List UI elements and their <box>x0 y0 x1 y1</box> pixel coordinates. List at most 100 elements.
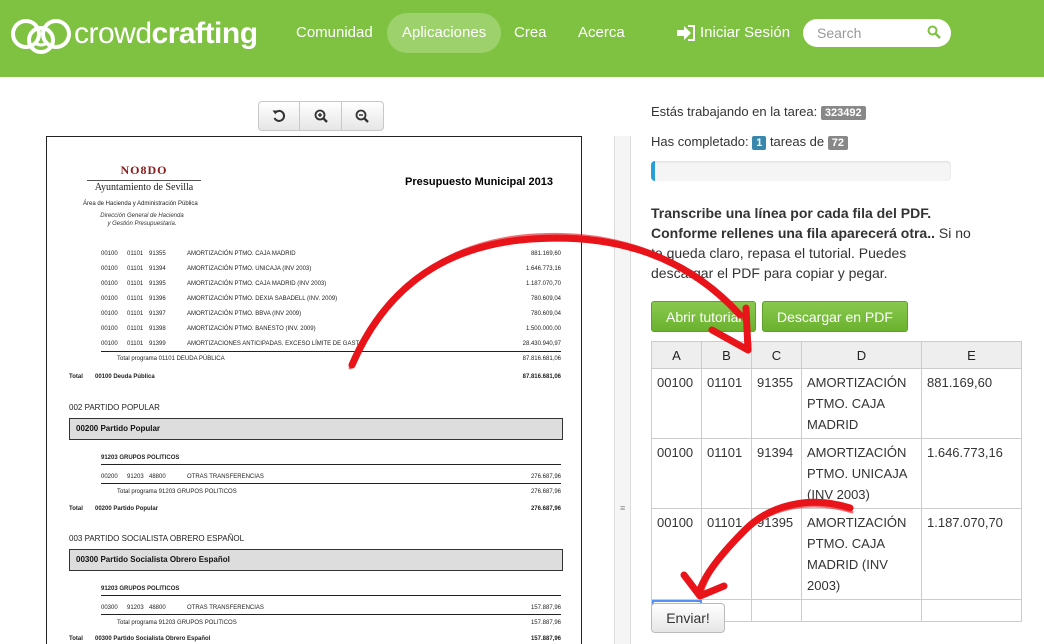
brand-name: crowdcrafting <box>74 17 258 50</box>
of-label: tareas de <box>769 134 825 149</box>
navbar: crowdcrafting Comunidad Aplicaciones Cre… <box>0 0 1044 77</box>
pdf-title: Presupuesto Municipal 2013 <box>405 176 553 188</box>
sheet-cell[interactable]: 01101 <box>701 438 752 509</box>
column-header[interactable]: B <box>701 341 752 369</box>
rotate-button[interactable] <box>259 102 301 130</box>
sheet-cell[interactable]: 91355 <box>751 368 802 439</box>
pdf-divider <box>101 464 561 465</box>
sign-in-icon <box>677 24 695 41</box>
sheet-cell[interactable] <box>801 599 922 622</box>
pdf-total-label: Total <box>69 636 83 642</box>
pdf-section-box: 00200 Partido Popular <box>69 418 563 440</box>
pdf-total-name: 00200 Partido Popular <box>95 506 159 512</box>
submit-button[interactable]: Enviar! <box>651 603 725 633</box>
transcription-sheet: A B C D E 00100 01101 91355 AMORTIZACIÓN… <box>651 341 1022 622</box>
pdf-total-value: 87.816.681,06 <box>522 374 561 380</box>
pdf-total-programa: Total programa 01101 DEUDA PÚBLICA <box>117 356 225 362</box>
sheet-cell[interactable]: AMORTIZACIÓN PTMO. UNICAJA (INV 2003) <box>801 438 922 509</box>
sheet-cell[interactable]: 01101 <box>701 508 752 600</box>
sheet-cell[interactable]: 00100 <box>651 368 702 439</box>
progress-fill <box>651 161 656 181</box>
pdf-row: 00100 01101 91397 AMORTIZACIÓN PTMO. BBVA (… <box>101 311 561 317</box>
pdf-direction: Dirección General de Hacienda y Gestión … <box>99 212 185 228</box>
pdf-total-programa-value: 157.887,96 <box>530 620 561 626</box>
completed-badge: 1 <box>752 136 767 150</box>
pdf-divider <box>101 614 561 615</box>
sheet-cell[interactable] <box>751 599 802 622</box>
pdf-divider <box>101 351 561 352</box>
splitter-grip-icon[interactable]: ≡ <box>620 503 625 513</box>
table-row: 00100 01101 91394 AMORTIZACIÓN PTMO. UNI… <box>651 438 1022 509</box>
pdf-total-programa: Total programa 91203 GRUPOS POLITICOS <box>117 489 237 495</box>
pdf-row: 00100 01101 91398 AMORTIZACIÓN PTMO. BANEST… <box>101 326 561 332</box>
table-row: 00100 01101 91355 AMORTIZACIÓN PTMO. CAJ… <box>651 368 1022 439</box>
total-badge: 72 <box>827 136 849 150</box>
pdf-total-programa-value: 276.687,96 <box>530 489 561 495</box>
pdf-total-name: 00100 Deuda Pública <box>95 374 155 380</box>
open-tutorial-button[interactable]: Abrir tutorial <box>651 301 757 332</box>
sheet-cell[interactable]: 91395 <box>751 508 802 600</box>
pdf-total-value: 157.887,96 <box>530 636 561 642</box>
logo-bottom-text: Ayuntamiento de Sevilla <box>87 180 201 193</box>
instructions-bold: Transcribe una línea por cada fila del P… <box>651 205 935 241</box>
download-pdf-button[interactable]: Descargar en PDF <box>762 301 908 332</box>
pdf-row: 00100 01101 91355 AMORTIZACIÓN PTMO. CAJA M… <box>101 251 561 257</box>
pdf-row: 00100 01101 91396 AMORTIZACIÓN PTMO. DEXIA … <box>101 296 561 302</box>
task-id-badge: 323492 <box>820 106 866 120</box>
pdf-section-title: 003 PARTIDO SOCIALISTA OBRERO ESPAÑOL <box>69 534 245 543</box>
column-header[interactable]: E <box>921 341 1022 369</box>
zoom-out-button[interactable] <box>342 102 383 130</box>
login-link[interactable]: Iniciar Sesión <box>676 24 790 41</box>
sheet-header-row: A B C D E <box>651 341 1022 369</box>
pane-splitter[interactable]: ≡ <box>614 136 631 644</box>
sheet-cell[interactable]: 91394 <box>751 438 802 509</box>
pdf-row: 00200 91203 48800 OTRAS TRANSFERENCIAS 276.6… <box>101 474 561 480</box>
nav-crea[interactable]: Crea <box>499 13 562 53</box>
logo-top-text: NO8DO <box>120 163 168 177</box>
pdf-section-title: 002 PARTIDO POPULAR <box>69 403 160 412</box>
pdf-group-title: 91203 GRUPOS POLITICOS <box>101 455 180 461</box>
nav-aplicaciones[interactable]: Aplicaciones <box>387 13 502 53</box>
sheet-cell[interactable]: 01101 <box>701 368 752 439</box>
pdf-direction-line-1: Dirección General de Hacienda <box>100 213 184 219</box>
sheet-cell[interactable]: AMORTIZACIÓN PTMO. CAJA MADRID (INV 2003… <box>801 508 922 600</box>
sheet-cell[interactable] <box>921 599 1022 622</box>
pdf-divider <box>101 595 561 596</box>
pdf-direction-line-2: y Gestión Presupuestaria. <box>107 221 177 227</box>
pdf-page[interactable]: NO8DO Ayuntamiento de Sevilla Área de Ha… <box>46 136 582 644</box>
task-working-label: Estás trabajando en la tarea: <box>651 104 818 119</box>
sheet-cell[interactable]: 881.169,60 <box>921 368 1022 439</box>
pdf-total-label: Total <box>69 374 83 380</box>
pdf-divider <box>101 483 561 484</box>
column-header[interactable]: D <box>801 341 922 369</box>
pdf-total-value: 276.687,96 <box>530 506 561 512</box>
search-box <box>803 19 951 47</box>
pdf-total-label: Total <box>69 506 83 512</box>
sheet-cell[interactable]: 1.187.070,70 <box>921 508 1022 600</box>
login-label: Iniciar Sesión <box>700 24 791 41</box>
instructions: Transcribe una línea por cada fila del P… <box>651 203 971 283</box>
nav-comunidad[interactable]: Comunidad <box>281 13 388 53</box>
task-info: Estás trabajando en la tarea: 323492 <box>651 104 866 120</box>
nav-acerca[interactable]: Acerca <box>563 13 640 53</box>
pdf-row: 00100 01101 91395 AMORTIZACIÓN PTMO. CAJA M… <box>101 281 561 287</box>
pdf-total-name: 00300 Partido Socialista Obrero Español <box>95 636 211 642</box>
crowd-logo-icon <box>11 19 71 54</box>
pdf-section-box: 00300 Partido Socialista Obrero Español <box>69 549 563 571</box>
sheet-cell[interactable]: 1.646.773,16 <box>921 438 1022 509</box>
sheet-cell[interactable]: 00100 <box>651 438 702 509</box>
sheet-cell[interactable]: 00100 <box>651 508 702 600</box>
completed-label: Has completado: <box>651 134 749 149</box>
sheet-cell[interactable]: AMORTIZACIÓN PTMO. CAJA MADRID <box>801 368 922 439</box>
pdf-row: 00300 91203 48800 OTRAS TRANSFERENCIAS 157.8… <box>101 605 561 611</box>
zoom-in-icon <box>314 109 328 123</box>
ayuntamiento-logo: NO8DO Ayuntamiento de Sevilla <box>87 163 201 197</box>
rotate-icon <box>272 109 286 122</box>
brand-logo[interactable]: crowdcrafting <box>10 14 258 54</box>
column-header[interactable]: A <box>651 341 702 369</box>
zoom-in-button[interactable] <box>300 102 342 130</box>
table-row: 00100 01101 91395 AMORTIZACIÓN PTMO. CAJ… <box>651 508 1022 600</box>
column-header[interactable]: C <box>751 341 802 369</box>
search-input[interactable] <box>817 24 922 42</box>
search-icon[interactable] <box>927 25 941 39</box>
